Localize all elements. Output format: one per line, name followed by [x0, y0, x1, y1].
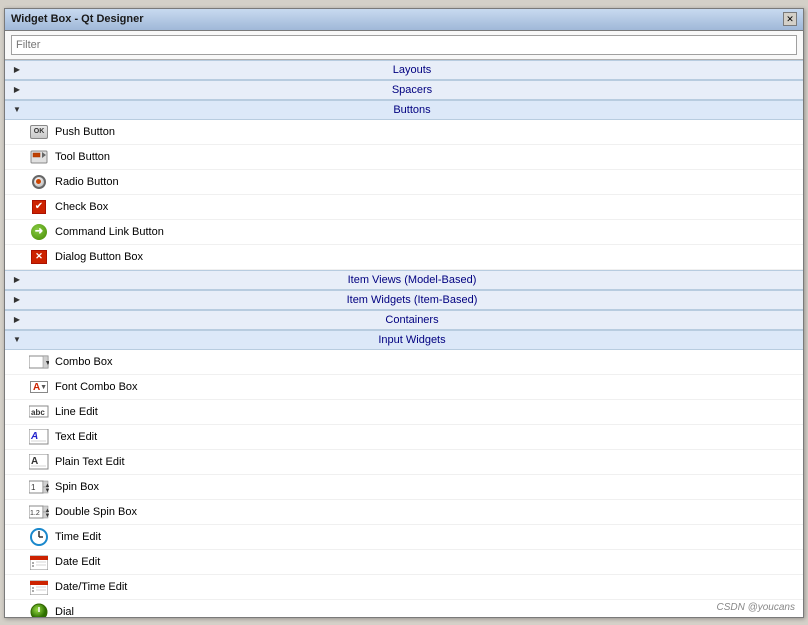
- date-edit-icon: [29, 552, 49, 572]
- list-item[interactable]: ▼ Combo Box: [5, 350, 803, 375]
- category-label-spacers: Spacers: [27, 84, 797, 96]
- svg-text:1: 1: [31, 483, 36, 492]
- list-item[interactable]: Time Edit: [5, 525, 803, 550]
- widget-label-time-edit: Time Edit: [55, 531, 101, 543]
- category-header-buttons[interactable]: ▼ Buttons: [5, 100, 803, 120]
- category-header-input-widgets[interactable]: ▼ Input Widgets: [5, 330, 803, 350]
- font-combo-box-icon: [29, 377, 49, 397]
- list-item[interactable]: A Plain Text Edit: [5, 450, 803, 475]
- combo-box-icon: ▼: [29, 352, 49, 372]
- category-header-containers[interactable]: ▶ Containers: [5, 310, 803, 330]
- category-header-item-views[interactable]: ▶ Item Views (Model-Based): [5, 270, 803, 290]
- category-label-containers: Containers: [27, 314, 797, 326]
- category-label-layouts: Layouts: [27, 64, 797, 76]
- filter-bar: [5, 31, 803, 60]
- push-button-icon: OK: [29, 122, 49, 142]
- svg-text:A: A: [31, 456, 38, 467]
- arrow-icon: ▶: [11, 84, 23, 96]
- list-item[interactable]: A Text Edit: [5, 425, 803, 450]
- list-item[interactable]: 1 ▲ ▼ Spin Box: [5, 475, 803, 500]
- category-label-item-widgets: Item Widgets (Item-Based): [27, 294, 797, 306]
- widget-box-window: Widget Box - Qt Designer ✕ ▶ Layouts ▶ S…: [4, 8, 804, 618]
- category-header-item-widgets[interactable]: ▶ Item Widgets (Item-Based): [5, 290, 803, 310]
- dial-icon: [29, 602, 49, 617]
- filter-input[interactable]: [11, 35, 797, 55]
- list-item[interactable]: ✕ Dialog Button Box: [5, 245, 803, 270]
- list-item[interactable]: Tool Button: [5, 145, 803, 170]
- tool-button-icon: [29, 147, 49, 167]
- svg-text:abc: abc: [31, 408, 45, 417]
- svg-text:1.2: 1.2: [30, 510, 40, 517]
- dialog-button-box-icon: ✕: [29, 247, 49, 267]
- list-item[interactable]: Dial: [5, 600, 803, 617]
- widget-label-datetime-edit: Date/Time Edit: [55, 581, 127, 593]
- widget-label-check-box: Check Box: [55, 201, 108, 213]
- category-label-buttons: Buttons: [27, 104, 797, 116]
- widget-label-plain-text-edit: Plain Text Edit: [55, 456, 125, 468]
- widget-label-font-combo-box: Font Combo Box: [55, 381, 138, 393]
- arrow-icon: ▶: [11, 64, 23, 76]
- category-label-item-views: Item Views (Model-Based): [27, 274, 797, 286]
- list-item[interactable]: Date Edit: [5, 550, 803, 575]
- arrow-icon: ▶: [11, 274, 23, 286]
- widget-label-dialog-button-box: Dialog Button Box: [55, 251, 143, 263]
- widget-label-tool-button: Tool Button: [55, 151, 110, 163]
- category-header-layouts[interactable]: ▶ Layouts: [5, 60, 803, 80]
- widget-label-combo-box: Combo Box: [55, 356, 112, 368]
- widget-label-line-edit: Line Edit: [55, 406, 98, 418]
- list-item[interactable]: ➜ Command Link Button: [5, 220, 803, 245]
- list-item[interactable]: Date/Time Edit: [5, 575, 803, 600]
- category-label-input-widgets: Input Widgets: [27, 334, 797, 346]
- widget-label-date-edit: Date Edit: [55, 556, 100, 568]
- category-header-spacers[interactable]: ▶ Spacers: [5, 80, 803, 100]
- arrow-icon: ▶: [11, 294, 23, 306]
- command-link-button-icon: ➜: [29, 222, 49, 242]
- datetime-edit-icon: [29, 577, 49, 597]
- radio-button-icon: [29, 172, 49, 192]
- close-button[interactable]: ✕: [783, 12, 797, 26]
- arrow-icon: ▼: [11, 104, 23, 116]
- arrow-icon: ▶: [11, 314, 23, 326]
- svg-text:▼: ▼: [45, 488, 50, 494]
- widget-label-dial: Dial: [55, 606, 74, 617]
- widget-label-double-spin-box: Double Spin Box: [55, 506, 137, 518]
- plain-text-edit-icon: A: [29, 452, 49, 472]
- check-box-icon: ✔: [29, 197, 49, 217]
- list-item[interactable]: OK Push Button: [5, 120, 803, 145]
- widget-list: ▶ Layouts ▶ Spacers ▼ Buttons OK Push Bu…: [5, 60, 803, 617]
- watermark: CSDN @youcans: [716, 602, 795, 613]
- list-item[interactable]: Font Combo Box: [5, 375, 803, 400]
- widget-label-push-button: Push Button: [55, 126, 115, 138]
- svg-text:A: A: [30, 431, 38, 442]
- svg-text:▼: ▼: [45, 360, 50, 367]
- window-title: Widget Box - Qt Designer: [11, 13, 144, 25]
- line-edit-icon: abc: [29, 402, 49, 422]
- list-item[interactable]: Radio Button: [5, 170, 803, 195]
- spin-box-icon: 1 ▲ ▼: [29, 477, 49, 497]
- list-item[interactable]: ✔ Check Box: [5, 195, 803, 220]
- widget-label-text-edit: Text Edit: [55, 431, 97, 443]
- svg-text:▼: ▼: [45, 513, 50, 519]
- title-bar: Widget Box - Qt Designer ✕: [5, 9, 803, 31]
- text-edit-icon: A: [29, 427, 49, 447]
- list-item[interactable]: abc Line Edit: [5, 400, 803, 425]
- time-edit-icon: [29, 527, 49, 547]
- widget-label-spin-box: Spin Box: [55, 481, 99, 493]
- arrow-icon: ▼: [11, 334, 23, 346]
- list-item[interactable]: 1.2 ▲ ▼ Double Spin Box: [5, 500, 803, 525]
- widget-label-radio-button: Radio Button: [55, 176, 119, 188]
- double-spin-box-icon: 1.2 ▲ ▼: [29, 502, 49, 522]
- widget-label-command-link-button: Command Link Button: [55, 226, 164, 238]
